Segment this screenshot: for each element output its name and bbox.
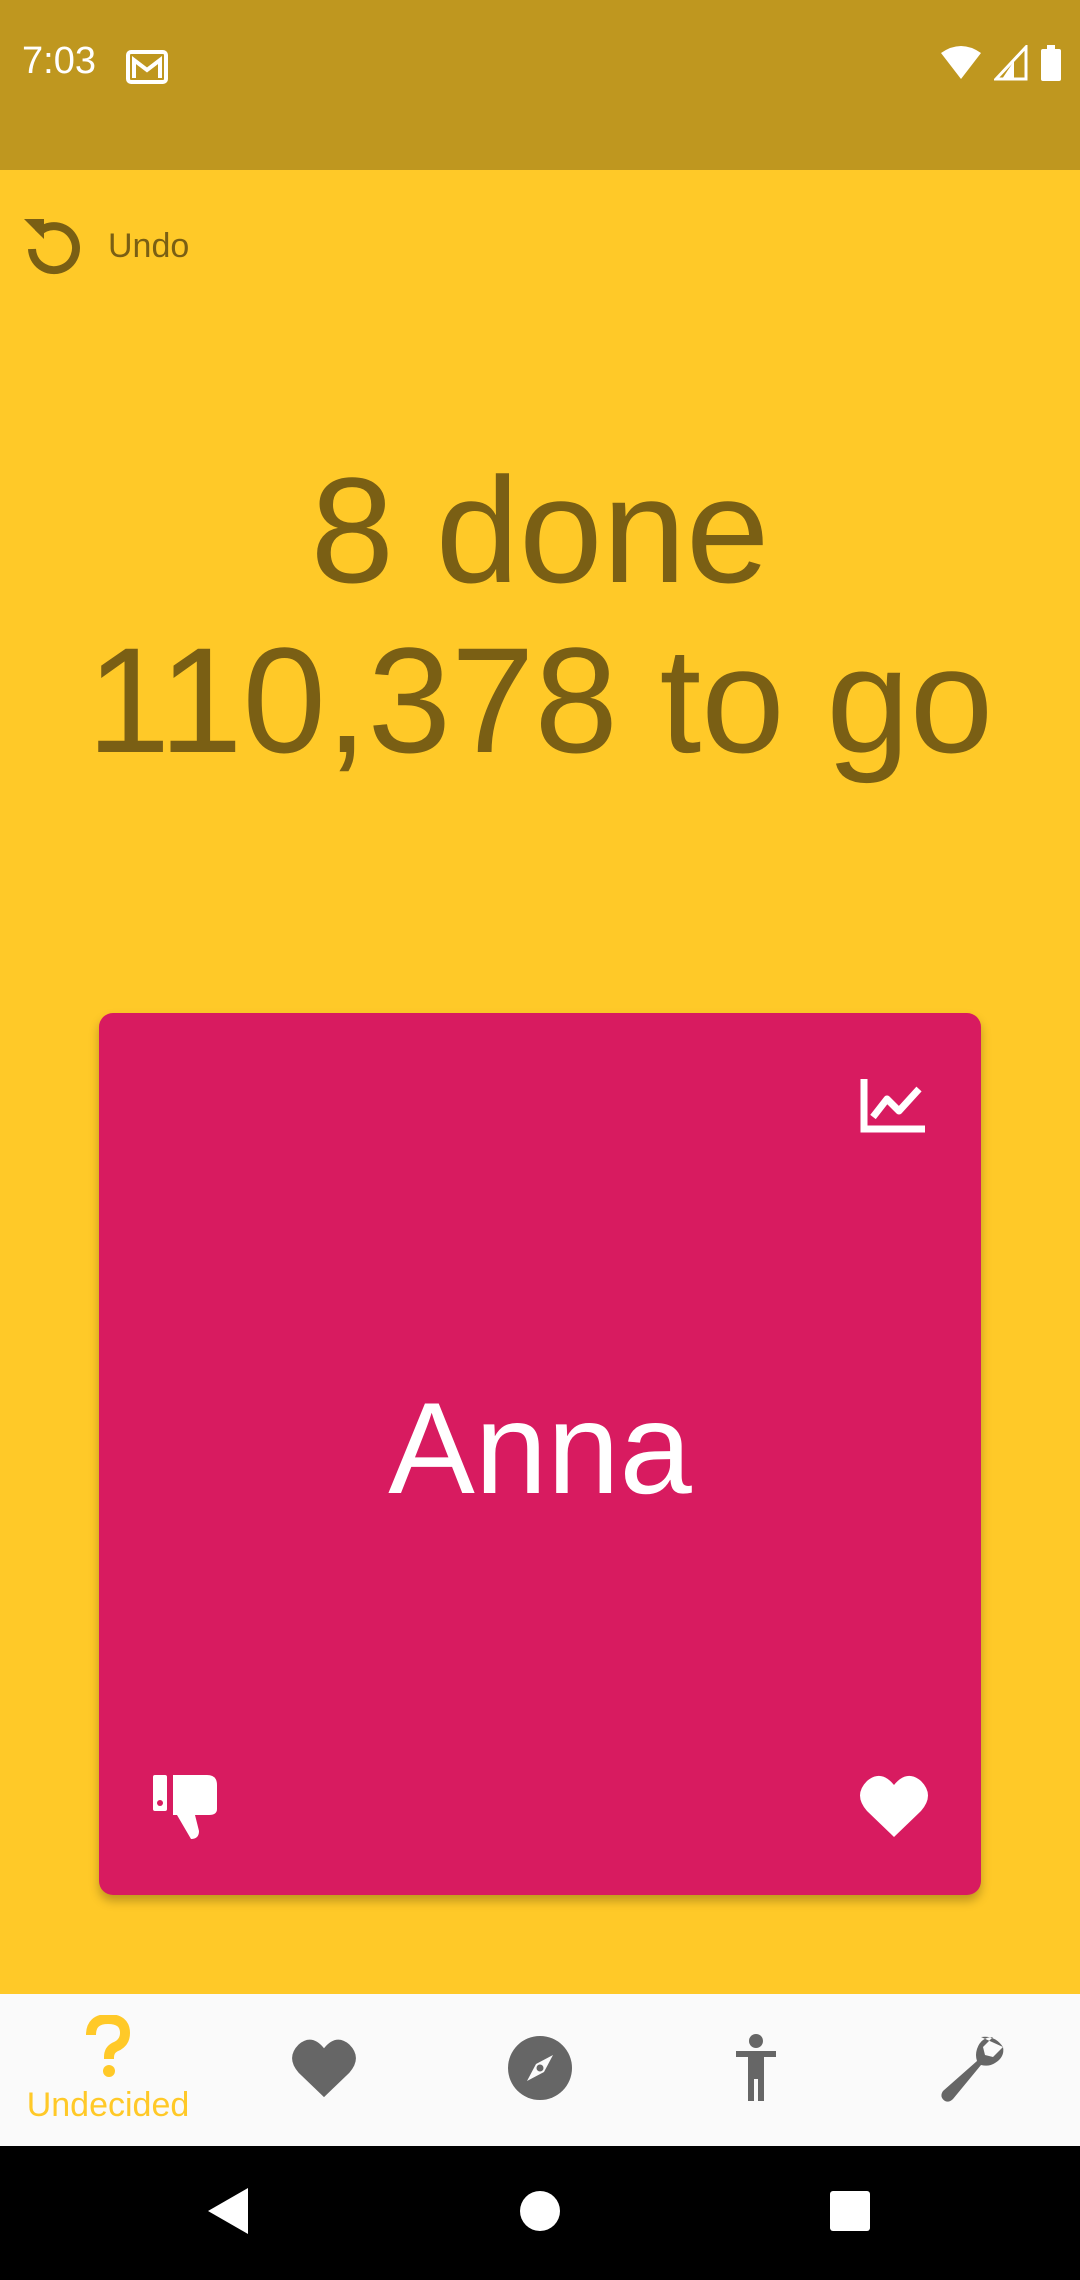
tab-undecided-label: Undecided [26,2086,190,2124]
thumbs-down-icon[interactable] [151,1771,221,1841]
status-icons [940,42,1062,86]
person-icon [734,2033,778,2108]
tab-explore[interactable] [432,1994,648,2146]
gmail-icon [126,50,168,84]
trending-chart-icon[interactable] [859,1075,929,1135]
tab-undecided[interactable]: Undecided [0,1994,216,2146]
done-count: 8 done [310,446,770,614]
heart-icon [290,2037,358,2104]
tab-settings[interactable] [864,1994,1080,2146]
battery-icon [1040,44,1062,86]
undo-button[interactable]: Undo [18,206,189,286]
undo-label: Undo [108,226,190,265]
heart-icon[interactable] [859,1773,929,1839]
main-content: Undo 8 done 110,378 to go Anna [0,170,1080,1994]
signal-icon [992,42,1028,86]
card-name: Anna [388,1375,692,1521]
home-icon[interactable] [518,2184,562,2243]
recents-icon[interactable] [828,2184,872,2243]
tab-favorites[interactable] [216,1994,432,2146]
status-bar: 7:03 [0,0,1080,170]
name-card[interactable]: Anna [99,1013,981,1895]
bottom-navigation: Undecided [0,1994,1080,2146]
wifi-icon [940,45,982,86]
wrench-icon [937,2033,1007,2108]
compass-icon [507,2035,573,2106]
question-icon [81,2013,135,2084]
system-navigation-bar [0,2146,1080,2280]
undo-icon [18,209,88,284]
tab-child[interactable] [648,1994,864,2146]
status-time: 7:03 [22,40,96,82]
back-icon[interactable] [204,2184,252,2243]
remaining-count: 110,378 to go [86,616,994,784]
